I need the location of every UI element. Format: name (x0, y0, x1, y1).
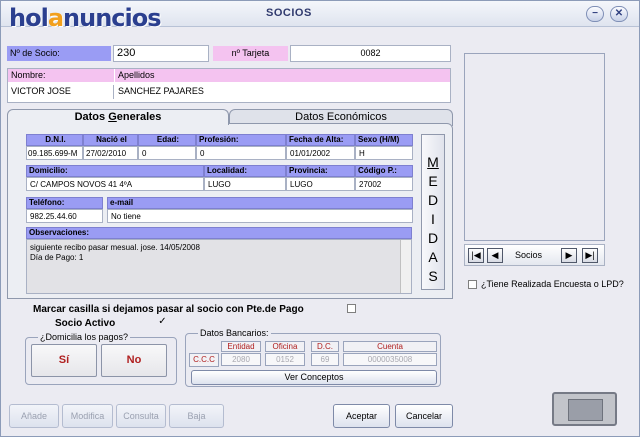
profesion-field[interactable]: 0 (196, 146, 286, 160)
medidas-letter-s: S (428, 268, 438, 284)
medidas-letter-d: D (427, 192, 439, 208)
aceptar-button[interactable]: Aceptar (333, 404, 390, 428)
ccc-label: C.C.C (189, 353, 219, 367)
domicilio-field[interactable]: C/ CAMPOS NOVOS 41 4ºA (26, 177, 204, 191)
profesion-label: Profesión: (196, 134, 286, 146)
modifica-button[interactable]: Modifica (62, 404, 113, 428)
num-socio-field[interactable]: 230 (113, 45, 209, 62)
window-title: SOCIOS (266, 7, 312, 19)
pte-pago-label: Marcar casilla si dejamos pasar al socio… (33, 304, 304, 315)
localidad-field[interactable]: LUGO (204, 177, 286, 191)
nav-first-icon[interactable]: |◀ (468, 248, 484, 263)
observaciones-scrollbar[interactable] (400, 240, 411, 293)
dni-field[interactable]: 09.185.699-M (26, 146, 83, 160)
observaciones-label: Observaciones: (26, 227, 412, 239)
edad-label: Edad: (138, 134, 196, 146)
title-bar: holanuncios SOCIOS − ✕ (1, 1, 639, 32)
datos-bancarios-title: Datos Bancarios: (198, 328, 271, 338)
provincia-field[interactable]: LUGO (286, 177, 355, 191)
minimize-icon[interactable]: − (586, 6, 604, 22)
socios-window: holanuncios SOCIOS − ✕ Nº de Socio: 230 … (0, 0, 640, 437)
domicilia-title: ¿Domicilia los pagos? (38, 332, 131, 342)
entidad-field[interactable]: 2080 (221, 353, 261, 366)
nav-last-icon[interactable]: ▶| (582, 248, 598, 263)
anadir-button[interactable]: Añade (9, 404, 59, 428)
oficina-label: Oficina (265, 341, 305, 352)
nacio-field[interactable]: 27/02/2010 (83, 146, 138, 160)
holanuncios-logo: holanuncios (9, 4, 162, 32)
medidas-button[interactable]: M E D I D A S (421, 134, 445, 290)
encuesta-label: ¿Tiene Realizada Encuesta o LPD? (481, 279, 624, 289)
consulta-button[interactable]: Consulta (116, 404, 166, 428)
close-icon[interactable]: ✕ (610, 6, 628, 22)
sexo-field[interactable]: H (355, 146, 413, 160)
telefono-label: Teléfono: (26, 197, 103, 209)
medidas-letter-e: E (428, 173, 438, 189)
observaciones-line-1: siguiente recibo pasar mesual. jose. 14/… (30, 243, 200, 252)
num-socio-label: Nº de Socio: (7, 46, 111, 61)
nacio-label: Nació el (83, 134, 138, 146)
nav-next-icon[interactable]: ▶ (561, 248, 577, 263)
dc-label: D.C. (311, 341, 339, 352)
nombre-field[interactable]: VICTOR JOSE (8, 85, 114, 99)
dni-label: D.N.I. (26, 134, 83, 146)
localidad-label: Localidad: (204, 165, 286, 177)
tab-datos-generales[interactable]: Datos Generales (7, 109, 229, 125)
cuenta-label: Cuenta (343, 341, 437, 352)
edad-field[interactable]: 0 (138, 146, 196, 160)
device-icon[interactable] (552, 392, 617, 426)
domicilio-label: Domicilio: (26, 165, 204, 177)
record-navigator: |◀ ◀ Socios ▶ ▶| (464, 244, 605, 266)
socio-activo-label: Socio Activo (55, 318, 116, 329)
tarjeta-label: nº Tarjeta (213, 46, 288, 61)
email-label: e-mail (107, 197, 413, 209)
provincia-label: Provincia: (286, 165, 355, 177)
cuenta-field[interactable]: 0000035008 (343, 353, 437, 366)
oficina-field[interactable]: 0152 (265, 353, 305, 366)
telefono-field[interactable]: 982.25.44.60 (26, 209, 103, 223)
observaciones-textarea[interactable]: siguiente recibo pasar mesual. jose. 14/… (26, 239, 412, 294)
sexo-label: Sexo (H/M) (355, 134, 413, 146)
nav-prev-icon[interactable]: ◀ (487, 248, 503, 263)
apellidos-field[interactable]: SANCHEZ PAJARES (115, 85, 450, 99)
entidad-label: Entidad (221, 341, 261, 352)
baja-button[interactable]: Baja (169, 404, 224, 428)
cancelar-button[interactable]: Cancelar (395, 404, 453, 428)
dc-field[interactable]: 69 (311, 353, 339, 366)
socio-activo-checkbox[interactable]: ✓ (158, 317, 167, 327)
domicilia-no-button[interactable]: No (101, 344, 167, 377)
observaciones-line-2: Día de Pago: 1 (30, 253, 84, 262)
medidas-letter-a: A (428, 249, 438, 265)
codigo-postal-label: Código P.: (355, 165, 413, 177)
medidas-letter-m: M (427, 154, 439, 170)
fecha-alta-field[interactable]: 01/01/2002 (286, 146, 355, 160)
ver-conceptos-button[interactable]: Ver Conceptos (191, 370, 437, 385)
codigo-postal-field[interactable]: 27002 (355, 177, 413, 191)
encuesta-checkbox[interactable] (468, 280, 477, 289)
tarjeta-field[interactable]: 0082 (290, 45, 451, 62)
apellidos-label: Apellidos (115, 69, 450, 82)
photo-panel (464, 53, 605, 241)
medidas-letter-i: I (431, 211, 435, 227)
medidas-letter-d2: D (427, 230, 439, 246)
nav-label: Socios (515, 250, 543, 260)
email-field[interactable]: No tiene (107, 209, 413, 223)
domicilia-si-button[interactable]: Sí (31, 344, 97, 377)
pte-pago-checkbox[interactable] (347, 304, 356, 313)
nombre-label: Nombre: (8, 69, 114, 82)
fecha-alta-label: Fecha de Alta: (286, 134, 355, 146)
